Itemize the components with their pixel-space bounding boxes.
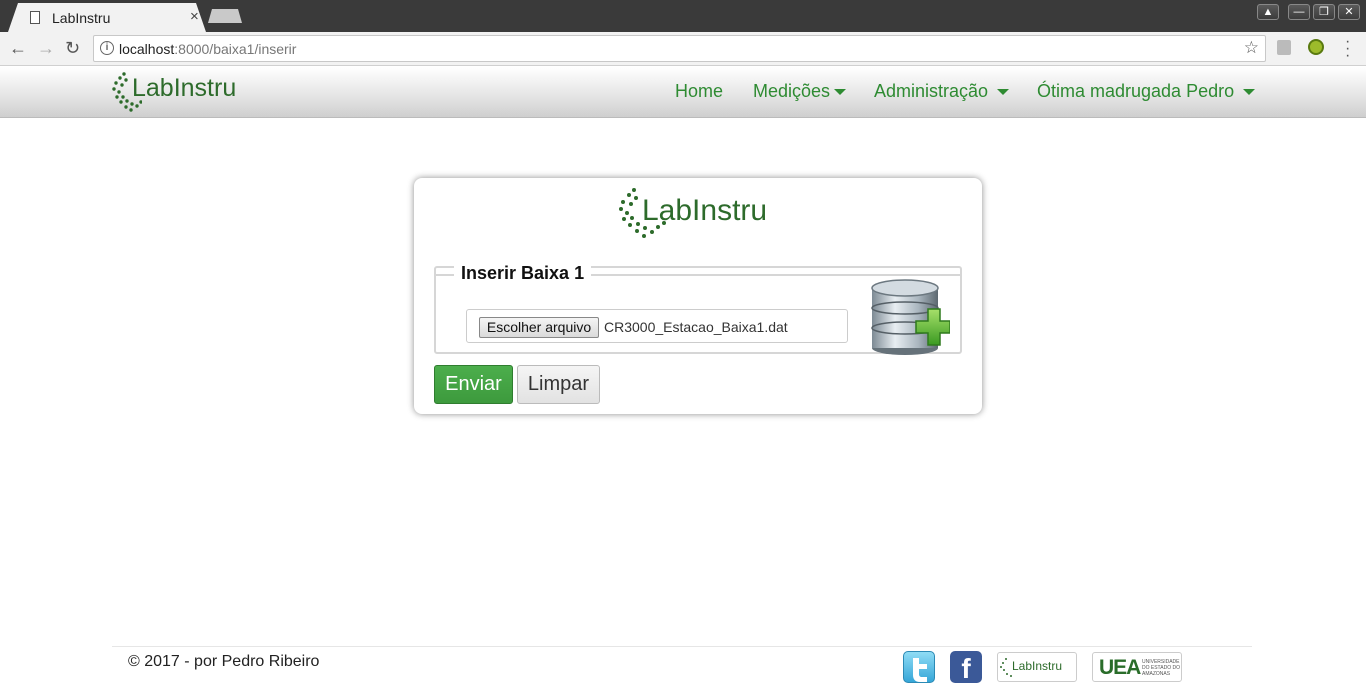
minimize-button[interactable]: —	[1288, 4, 1310, 20]
uea-badge-text: UEA	[1099, 656, 1141, 679]
nav-home[interactable]: Home	[675, 81, 723, 102]
selected-file-name: CR3000_Estacao_Baixa1.dat	[604, 319, 788, 335]
info-icon[interactable]: i	[100, 41, 114, 55]
brand-text: LabInstru	[132, 74, 237, 102]
file-input[interactable]: Escolher arquivo CR3000_Estacao_Baixa1.d…	[466, 309, 848, 343]
nav-user-menu[interactable]: Ótima madrugada Pedro	[1037, 81, 1256, 102]
caret-down-icon	[1243, 89, 1256, 96]
url-text: localhost:8000/baixa1/inserir	[119, 41, 297, 57]
browser-tabbar: LabInstru × ▲ — ❐ ✕	[0, 0, 1366, 32]
twitter-icon[interactable]	[903, 651, 935, 683]
database-add-icon	[871, 279, 950, 355]
choose-file-button[interactable]: Escolher arquivo	[479, 317, 599, 338]
address-bar[interactable]: i localhost:8000/baixa1/inserir ☆	[93, 35, 1266, 62]
caret-down-icon	[834, 89, 847, 96]
footer-divider	[112, 646, 1252, 647]
extension-icon[interactable]	[1277, 40, 1291, 55]
browser-menu-icon[interactable]: · · ·	[1345, 34, 1350, 64]
extension-icon-2[interactable]	[1308, 39, 1324, 55]
caret-down-icon	[997, 89, 1010, 96]
facebook-icon[interactable]: f	[950, 651, 982, 684]
nav-medicoes[interactable]: Medições	[753, 81, 847, 102]
browser-toolbar: ← → ↻ i localhost:8000/baixa1/inserir ☆ …	[0, 32, 1366, 66]
footer-copyright: © 2017 - por Pedro Ribeiro	[128, 653, 320, 670]
nav-administracao[interactable]: Administração	[874, 81, 1010, 102]
twitter-t-glyph	[913, 658, 927, 682]
card-logo-text: LabInstru	[642, 194, 768, 227]
fieldset-legend: Inserir Baixa 1	[454, 263, 592, 284]
page-icon	[30, 11, 40, 24]
reload-icon[interactable]: ↻	[65, 38, 80, 58]
tab-title: LabInstru	[52, 10, 111, 26]
new-tab-button[interactable]	[208, 9, 242, 23]
star-icon[interactable]: ☆	[1244, 38, 1259, 58]
profile-button[interactable]: ▲	[1257, 4, 1279, 20]
uea-badge-subtext: UNIVERSIDADE DO ESTADO DO AMAZONAS	[1142, 659, 1180, 677]
upload-card: LabInstru Inserir Baixa 1 Escolher arqui…	[414, 178, 982, 414]
maximize-button[interactable]: ❐	[1313, 4, 1335, 20]
forward-arrow-icon[interactable]: →	[37, 38, 55, 58]
browser-tab[interactable]: LabInstru ×	[8, 3, 206, 32]
labinstru-badge[interactable]: LabInstru	[997, 652, 1077, 682]
close-window-button[interactable]: ✕	[1338, 4, 1360, 20]
back-arrow-icon[interactable]: ←	[9, 38, 27, 58]
submit-button[interactable]: Enviar	[434, 365, 513, 404]
labinstru-badge-text: LabInstru	[1012, 659, 1063, 673]
close-tab-icon[interactable]: ×	[190, 9, 199, 24]
uea-badge[interactable]: UEA UNIVERSIDADE DO ESTADO DO AMAZONAS	[1092, 652, 1182, 682]
site-navbar: LabInstru Home Medições Administração Ót…	[0, 67, 1366, 118]
reset-button[interactable]: Limpar	[517, 365, 600, 404]
